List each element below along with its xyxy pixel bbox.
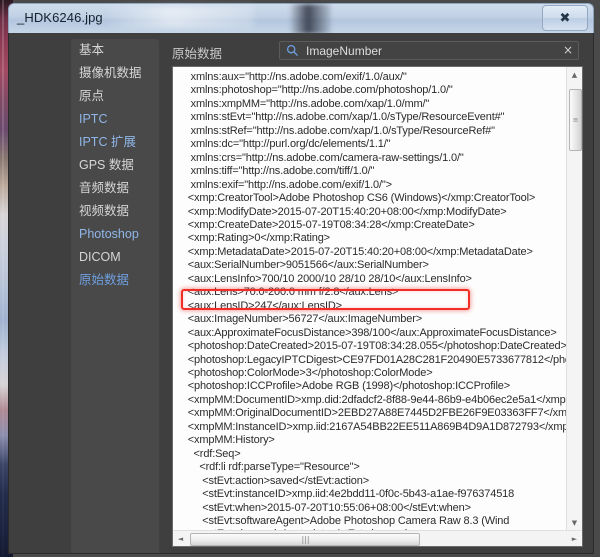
clear-search-icon[interactable]: × [563,43,573,58]
horizontal-scrollbar[interactable]: ◄ ||| ► [173,530,582,546]
close-icon: ✖ [559,10,571,26]
sidebar-item-dicom[interactable]: DICOM [71,246,159,269]
scroll-up-icon[interactable]: ▲ [567,67,582,82]
sidebar-item-iptc-ext[interactable]: IPTC 扩展 [71,131,159,154]
sidebar-item-audio-data[interactable]: 音频数据 [71,177,159,200]
metadata-category-sidebar: 基本 摄像机数据 原点 IPTC IPTC 扩展 GPS 数据 音频数据 视频数… [71,39,159,553]
scroll-left-icon[interactable]: ◄ [173,531,188,546]
close-button[interactable]: ✖ [542,5,588,31]
sidebar-item-video-data[interactable]: 视频数据 [71,200,159,223]
sidebar-item-origin[interactable]: 原点 [71,85,159,108]
dialog-body: 基本 摄像机数据 原点 IPTC IPTC 扩展 GPS 数据 音频数据 视频数… [8,33,594,554]
pane-title: 原始数据 [172,47,223,61]
scroll-grip-icon: ≡ [572,116,579,124]
xmp-scroll-viewport[interactable]: xmlns:aux="http://ns.adobe.com/exif/1.0/… [173,67,566,530]
window-titlebar[interactable]: _HDK6246.jpg ✖ [8,3,594,34]
titlebar-highlight [104,6,254,28]
scroll-down-icon[interactable]: ▼ [567,515,582,530]
search-field[interactable]: ImageNumber × [279,41,579,60]
search-input-value[interactable]: ImageNumber [306,44,382,58]
sidebar-item-camera-data[interactable]: 摄像机数据 [71,62,159,85]
search-icon [286,44,299,57]
scroll-right-icon[interactable]: ► [567,531,582,546]
horizontal-scroll-thumb[interactable]: ||| [190,533,420,546]
xmp-raw-text: xmlns:aux="http://ns.adobe.com/exif/1.0/… [187,71,566,530]
vertical-scrollbar[interactable]: ▲ ≡ ▼ [566,67,582,530]
window-title: _HDK6246.jpg [17,10,103,25]
sidebar-item-gps-data[interactable]: GPS 数据 [71,154,159,177]
screenshot-root: _HDK6246.jpg ✖ 基本 摄像机数据 原点 IPTC IPTC 扩展 … [0,0,600,557]
scroll-grip-icon-h: ||| [301,535,310,544]
vertical-scroll-thumb[interactable]: ≡ [569,89,582,151]
sidebar-item-photoshop[interactable]: Photoshop [71,223,159,246]
sidebar-item-raw-data[interactable]: 原始数据 [71,269,159,292]
titlebar-shadow [289,4,331,34]
sidebar-item-iptc[interactable]: IPTC [71,108,159,131]
raw-xmp-textpane: xmlns:aux="http://ns.adobe.com/exif/1.0/… [172,66,583,547]
sidebar-item-basic[interactable]: 基本 [71,39,159,62]
metadata-dialog-window: _HDK6246.jpg ✖ 基本 摄像机数据 原点 IPTC IPTC 扩展 … [8,3,594,554]
